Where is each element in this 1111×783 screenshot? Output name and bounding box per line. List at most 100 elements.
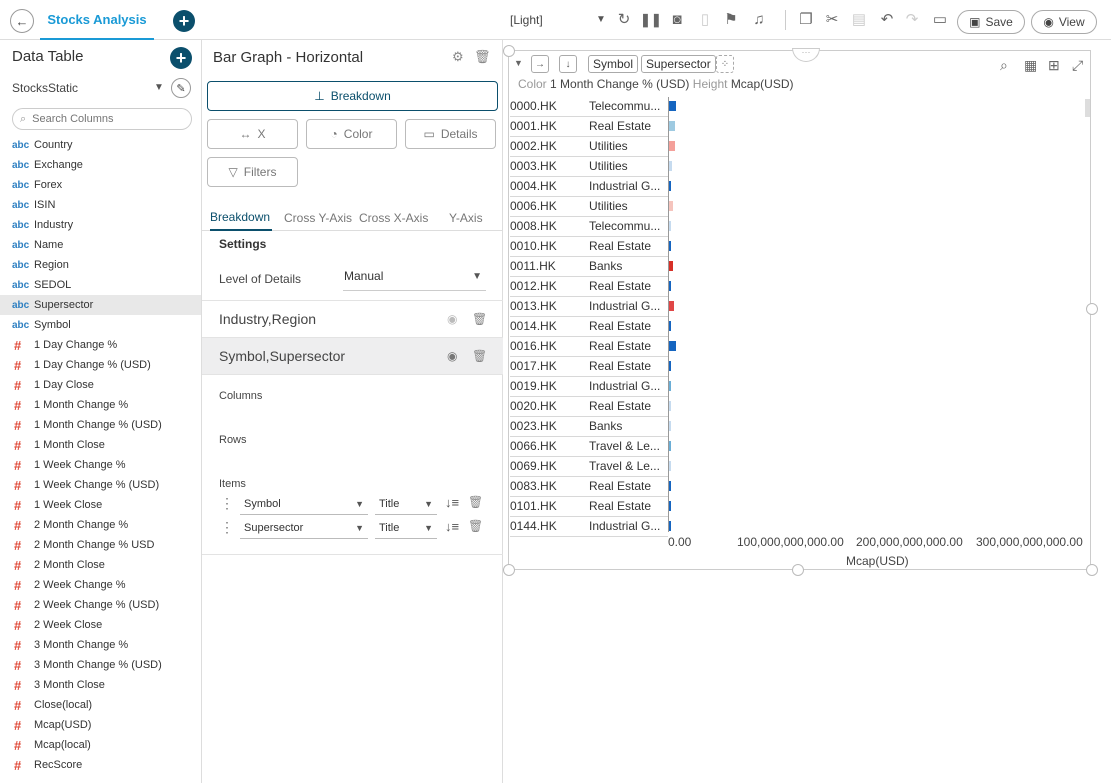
column-item[interactable]: # Mcap(local) [0, 735, 201, 755]
back-button[interactable]: ← [10, 9, 34, 33]
eye-icon[interactable]: ◉ [447, 349, 457, 363]
eye-icon[interactable]: ◉ [447, 312, 457, 326]
column-item[interactable]: abc Country [0, 135, 201, 155]
chip-symbol[interactable]: Symbol [588, 55, 639, 73]
tab-stocks-analysis[interactable]: Stocks Analysis [40, 0, 154, 40]
column-item[interactable]: abc Symbol [0, 315, 201, 335]
bar[interactable] [669, 121, 675, 131]
column-item[interactable]: #2 Week Change % (USD) [0, 595, 201, 615]
add-breakdown-button[interactable]: → [531, 55, 549, 73]
column-item[interactable]: # Close(local) [0, 695, 201, 715]
bar[interactable] [669, 241, 671, 251]
column-item[interactable]: #1 Month Close [0, 435, 201, 455]
bar[interactable] [669, 461, 671, 471]
edit-dataset-button[interactable]: ✎ [171, 78, 191, 98]
bar[interactable] [669, 521, 671, 531]
column-item[interactable]: abc Region [0, 255, 201, 275]
bar[interactable] [669, 281, 671, 291]
drag-handle-icon[interactable]: ⋮ [220, 495, 234, 512]
bar[interactable] [669, 301, 675, 311]
gear-icon[interactable]: ⚙ [452, 49, 464, 65]
pdf-icon[interactable]: ▯ [695, 10, 715, 30]
column-item[interactable]: #1 Day Change % [0, 335, 201, 355]
scatter-add-button[interactable]: ⁘ [716, 55, 734, 73]
bar[interactable] [669, 481, 671, 491]
trash-icon[interactable]: 🗑 [472, 312, 487, 326]
bar[interactable] [669, 201, 674, 211]
column-item[interactable]: #2 Month Change % USD [0, 535, 201, 555]
view-button[interactable]: ◉ View [1031, 10, 1097, 34]
column-item[interactable]: #1 Day Change % (USD) [0, 355, 201, 375]
resize-handle[interactable] [503, 564, 515, 576]
trash-icon[interactable]: 🗑 [468, 495, 483, 509]
column-item[interactable]: #2 Month Change % [0, 515, 201, 535]
chevron-down-icon[interactable]: ▼ [596, 14, 606, 25]
tab-cross-x-axis[interactable]: Cross X-Axis [359, 204, 428, 231]
bar[interactable] [669, 161, 673, 171]
add-column-button[interactable]: + [170, 47, 192, 69]
tab-y-axis[interactable]: Y-Axis [449, 204, 483, 231]
drag-handle-icon[interactable]: ⋮ [220, 519, 234, 536]
level-of-details-select[interactable]: Manual ▼ [343, 269, 486, 291]
copy-icon[interactable]: ❐ [796, 10, 816, 30]
theme-select[interactable]: [Light] [510, 13, 543, 27]
bar[interactable] [669, 181, 671, 191]
trash-icon[interactable]: 🗑 [474, 49, 491, 65]
column-item[interactable]: abc SEDOL [0, 275, 201, 295]
refresh-icon[interactable]: ↻ [614, 10, 634, 30]
bar[interactable] [669, 501, 671, 511]
column-item[interactable]: abc Supersector [0, 295, 201, 315]
add-tab-button[interactable]: + [173, 10, 195, 32]
bar[interactable] [669, 141, 675, 151]
bar[interactable] [669, 361, 671, 371]
dataset-select[interactable]: StocksStatic [12, 81, 78, 95]
chevron-down-icon[interactable]: ▼ [514, 58, 523, 68]
column-item[interactable]: #3 Month Close [0, 675, 201, 695]
item-display-select[interactable]: Title ▼ [375, 493, 437, 515]
table-icon[interactable]: ⊞ [1048, 57, 1060, 74]
bar[interactable] [669, 261, 673, 271]
save-button[interactable]: ▣ Save [957, 10, 1025, 34]
search-columns-field[interactable]: ⌕ [12, 108, 192, 130]
bookmark-icon[interactable]: ⚑ [721, 10, 741, 30]
bar[interactable] [669, 421, 671, 431]
column-item[interactable]: abc Industry [0, 215, 201, 235]
column-item[interactable]: #1 Week Change % (USD) [0, 475, 201, 495]
comment-icon[interactable]: ▭ [930, 10, 950, 30]
column-item[interactable]: # RecScore [0, 755, 201, 775]
pause-icon[interactable]: ❚❚ [640, 10, 662, 30]
excel-export-icon[interactable]: ▦ [1024, 57, 1037, 74]
undo-icon[interactable]: ↶ [877, 10, 897, 30]
item-field-select[interactable]: Supersector ▼ [240, 517, 368, 539]
column-item[interactable]: #1 Week Change % [0, 455, 201, 475]
breakdown-item[interactable]: Industry,Region ◉ 🗑 [202, 301, 503, 337]
sort-button[interactable]: ↓ [559, 55, 577, 73]
column-item[interactable]: #2 Week Close [0, 615, 201, 635]
item-field-select[interactable]: Symbol ▼ [240, 493, 368, 515]
details-button[interactable]: ▭ Details [405, 119, 496, 149]
column-item[interactable]: # Mcap(USD) [0, 715, 201, 735]
x-button[interactable]: ↔ X [207, 119, 298, 149]
column-item[interactable]: abc Exchange [0, 155, 201, 175]
column-item[interactable]: #1 Month Change % (USD) [0, 415, 201, 435]
column-item[interactable]: abc Name [0, 235, 201, 255]
resize-handle[interactable] [792, 564, 804, 576]
resize-handle[interactable] [1086, 303, 1098, 315]
sort-icon[interactable]: ↓≡ [445, 495, 459, 510]
bar[interactable] [669, 381, 671, 391]
column-item[interactable]: abc Forex [0, 175, 201, 195]
resize-handle[interactable] [1086, 564, 1098, 576]
breakdown-item[interactable]: Symbol,Supersector ◉ 🗑 [202, 338, 503, 374]
column-item[interactable]: #2 Month Close [0, 555, 201, 575]
column-item[interactable]: #3 Month Change % [0, 635, 201, 655]
camera-icon[interactable]: ◙ [667, 10, 687, 30]
trash-icon[interactable]: 🗑 [472, 349, 487, 363]
column-item[interactable]: #3 Month Change % (USD) [0, 655, 201, 675]
paste-icon[interactable]: ▤ [849, 10, 869, 30]
chevron-down-icon[interactable]: ▼ [154, 82, 164, 93]
column-item[interactable]: abc ISIN [0, 195, 201, 215]
column-item[interactable]: #1 Month Change % [0, 395, 201, 415]
expand-icon[interactable]: ⤢ [1072, 57, 1083, 74]
bar[interactable] [669, 401, 671, 411]
sort-icon[interactable]: ↓≡ [445, 519, 459, 534]
